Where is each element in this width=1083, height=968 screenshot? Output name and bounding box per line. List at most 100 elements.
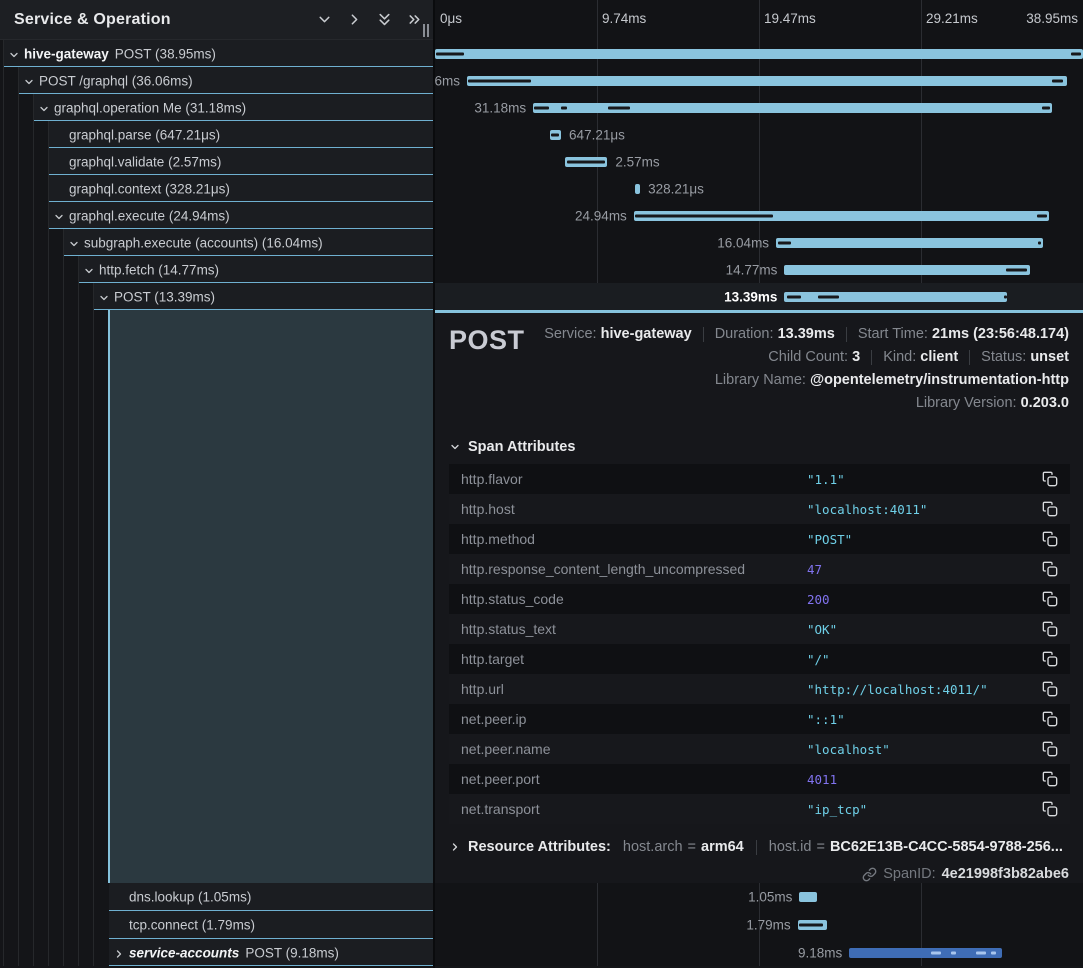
tree-row[interactable]: dns.lookup (1.05ms): [0, 883, 433, 911]
waterfall-row[interactable]: 647.21μs: [435, 121, 1083, 148]
span-tree: hive-gatewayPOST (38.95ms)POST /graphql …: [0, 40, 433, 310]
resource-value: arm64: [701, 839, 744, 855]
timeline-tick: 38.95ms: [1026, 11, 1078, 26]
span-attributes-toggle[interactable]: Span Attributes: [449, 439, 1069, 455]
attribute-value: "/": [807, 652, 1042, 667]
meta-value: @opentelemetry/instrumentation-http: [810, 372, 1069, 388]
copy-icon[interactable]: [1042, 471, 1058, 487]
chevron-down-icon[interactable]: [53, 210, 65, 222]
span-duration-bar[interactable]: [799, 892, 816, 902]
copy-icon[interactable]: [1042, 561, 1058, 577]
chevrons-down-icon[interactable]: [376, 11, 393, 28]
meta-item: Status: unset: [981, 349, 1069, 365]
operation-name: POST (38.95ms): [115, 46, 216, 61]
attribute-row: net.peer.ip"::1": [449, 704, 1070, 734]
tree-row[interactable]: graphql.execute (24.94ms): [0, 202, 433, 229]
chevron-down-icon[interactable]: [38, 102, 50, 114]
chevron-right-icon[interactable]: [113, 947, 125, 959]
meta-label: Child Count:: [768, 349, 848, 365]
waterfall-row[interactable]: 36.06ms: [435, 67, 1083, 94]
tree-row[interactable]: graphql.validate (2.57ms): [0, 148, 433, 175]
meta-label: Duration:: [715, 326, 774, 342]
operation-name: graphql.parse (647.21μs): [69, 127, 220, 142]
waterfall-row[interactable]: 9.18ms: [435, 939, 1083, 966]
meta-value: hive-gateway: [601, 326, 692, 342]
waterfall-row[interactable]: 1.79ms: [435, 911, 1083, 939]
waterfall-row[interactable]: [435, 40, 1083, 67]
meta-label: Status:: [981, 349, 1026, 365]
tree-row[interactable]: graphql.parse (647.21μs): [0, 121, 433, 148]
span-duration-bar[interactable]: [635, 184, 640, 194]
attribute-key: http.status_code: [461, 591, 807, 607]
tree-row[interactable]: POST (13.39ms): [0, 283, 433, 310]
waterfall-row[interactable]: 13.39ms: [435, 283, 1083, 310]
span-duration-bar[interactable]: [435, 49, 1083, 59]
attribute-key: http.host: [461, 501, 807, 517]
meta-divider: [871, 350, 872, 365]
waterfall-row[interactable]: 16.04ms: [435, 229, 1083, 256]
chevron-down-icon[interactable]: [83, 264, 95, 276]
chevron-down-icon[interactable]: [316, 11, 333, 28]
span-duration-bar[interactable]: [776, 238, 1043, 248]
column-resize-handle[interactable]: [423, 24, 431, 37]
waterfall-row[interactable]: 24.94ms: [435, 202, 1083, 229]
chevron-down-icon[interactable]: [98, 291, 110, 303]
waterfall-row[interactable]: 328.21μs: [435, 175, 1083, 202]
attribute-value: 47: [807, 562, 1042, 577]
waterfall-rows: 36.06ms31.18ms647.21μs2.57ms328.21μs24.9…: [435, 40, 1083, 310]
tree-row[interactable]: POST /graphql (36.06ms): [0, 67, 433, 94]
indent-guide-line: [18, 310, 19, 883]
meta-item: Duration: 13.39ms: [715, 326, 835, 342]
tree-row[interactable]: graphql.context (328.21μs): [0, 175, 433, 202]
tree-row-label: graphql.parse (647.21μs): [69, 127, 220, 142]
resource-divider: [756, 840, 757, 855]
copy-icon[interactable]: [1042, 681, 1058, 697]
copy-icon[interactable]: [1042, 621, 1058, 637]
span-duration-bar[interactable]: [784, 265, 1030, 275]
tree-row[interactable]: hive-gatewayPOST (38.95ms): [0, 40, 433, 67]
tree-row[interactable]: subgraph.execute (accounts) (16.04ms): [0, 229, 433, 256]
copy-icon[interactable]: [1042, 801, 1058, 817]
attribute-key: net.peer.ip: [461, 711, 807, 727]
chevron-down-icon[interactable]: [8, 48, 20, 60]
chevron-right-icon[interactable]: [346, 11, 363, 28]
attribute-key: net.transport: [461, 801, 807, 817]
child-span-marker: [436, 52, 464, 55]
column-divider[interactable]: [433, 0, 435, 968]
child-span-marker: [976, 951, 986, 954]
tree-row[interactable]: tcp.connect (1.79ms): [0, 911, 433, 939]
attribute-row: http.status_code200: [449, 584, 1070, 614]
attribute-value: "localhost": [807, 742, 1042, 757]
waterfall-row[interactable]: 1.05ms: [435, 883, 1083, 911]
child-span-marker: [635, 214, 773, 217]
attribute-row: net.transport"ip_tcp": [449, 794, 1070, 824]
equals-sign: =: [816, 839, 824, 855]
copy-icon[interactable]: [1042, 501, 1058, 517]
meta-divider: [969, 350, 970, 365]
timeline-tick: 19.47ms: [764, 11, 816, 26]
chevrons-right-icon[interactable]: [406, 11, 423, 28]
attribute-row: http.host"localhost:4011": [449, 494, 1070, 524]
attribute-row: http.response_content_length_uncompresse…: [449, 554, 1070, 584]
copy-icon[interactable]: [1042, 771, 1058, 787]
tree-row[interactable]: service-accountsPOST (9.18ms): [0, 939, 433, 966]
copy-icon[interactable]: [1042, 591, 1058, 607]
copy-icon[interactable]: [1042, 711, 1058, 727]
copy-icon[interactable]: [1042, 741, 1058, 757]
waterfall-row[interactable]: 31.18ms: [435, 94, 1083, 121]
copy-icon[interactable]: [1042, 531, 1058, 547]
chevron-down-icon[interactable]: [23, 75, 35, 87]
child-span-marker: [1037, 214, 1047, 217]
tree-row[interactable]: http.fetch (14.77ms): [0, 256, 433, 283]
resource-attributes-row[interactable]: Resource Attributes: host.arch=arm64host…: [449, 839, 1069, 855]
meta-item: Kind: client: [883, 349, 958, 365]
waterfall-row[interactable]: 14.77ms: [435, 256, 1083, 283]
span-duration-bar[interactable]: [467, 76, 1067, 86]
chevron-down-icon[interactable]: [68, 237, 80, 249]
tree-row-label: tcp.connect (1.79ms): [129, 918, 255, 933]
link-icon[interactable]: [862, 867, 877, 882]
waterfall-row[interactable]: 2.57ms: [435, 148, 1083, 175]
copy-icon[interactable]: [1042, 651, 1058, 667]
attribute-value: "localhost:4011": [807, 502, 1042, 517]
tree-row[interactable]: graphql.operation Me (31.18ms): [0, 94, 433, 121]
